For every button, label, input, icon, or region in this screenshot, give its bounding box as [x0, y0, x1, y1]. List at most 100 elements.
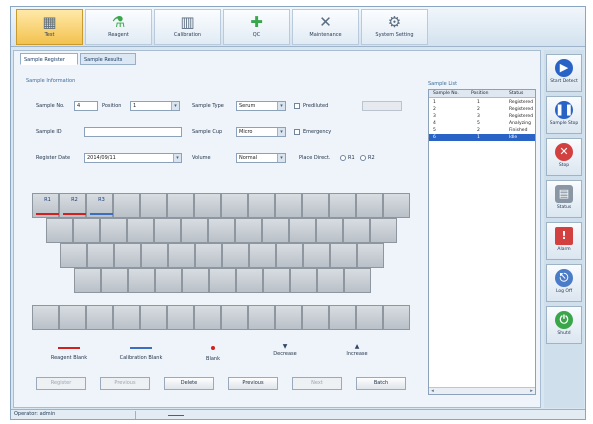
- tray-cell[interactable]: [195, 243, 222, 268]
- tray-cell[interactable]: [140, 193, 167, 218]
- tray-cell[interactable]: [168, 243, 195, 268]
- tray-cell[interactable]: [236, 268, 263, 293]
- tray-cell[interactable]: [235, 218, 262, 243]
- tray-cell[interactable]: [383, 305, 410, 330]
- next-button[interactable]: Next: [292, 377, 342, 390]
- tray-cell[interactable]: [194, 305, 221, 330]
- tray-cell[interactable]: [87, 243, 114, 268]
- start-detect-button[interactable]: ▶ Start Detect: [546, 54, 582, 92]
- emergency-checkbox[interactable]: [294, 129, 300, 135]
- list-item[interactable]: 4 5 Analyzing: [429, 120, 535, 127]
- tray-cell[interactable]: [60, 243, 87, 268]
- tray-position-r1[interactable]: R1: [34, 193, 61, 218]
- sample-stop-button[interactable]: ❚❚ Sample Stop: [546, 96, 582, 134]
- tray-cell[interactable]: [182, 268, 209, 293]
- tab-sample-register[interactable]: Sample Register: [20, 53, 78, 65]
- list-item[interactable]: 2 2 Registered: [429, 106, 535, 113]
- tray-cell[interactable]: [276, 243, 303, 268]
- log-off-button[interactable]: ⎋ Log Off: [546, 264, 582, 302]
- list-horizontal-scrollbar[interactable]: ◂ ▸: [429, 387, 535, 394]
- alarm-button[interactable]: ! Alarm: [546, 222, 582, 260]
- tray-position-r2[interactable]: R2: [61, 193, 88, 218]
- tray-cell[interactable]: [221, 305, 248, 330]
- tray-cell[interactable]: [343, 218, 370, 243]
- toolbar-calibration-button[interactable]: ▥ Calibration: [154, 9, 221, 45]
- toolbar-maintenance-button[interactable]: ✕ Maintenance: [292, 9, 359, 45]
- register-button[interactable]: Register: [36, 377, 86, 390]
- tray-cell[interactable]: [248, 305, 275, 330]
- tray-cell[interactable]: [303, 243, 330, 268]
- prediluted-checkbox[interactable]: [294, 103, 300, 109]
- tray-cell[interactable]: [59, 305, 86, 330]
- tray-cell[interactable]: [154, 218, 181, 243]
- register-date-picker[interactable]: 2014/09/11 ▾: [84, 153, 182, 163]
- tray-cell[interactable]: [289, 218, 316, 243]
- sample-no-input[interactable]: 4: [74, 101, 98, 111]
- chevron-right-icon[interactable]: ▸: [528, 388, 535, 394]
- toolbar-test-button[interactable]: ▦ Test: [16, 9, 83, 45]
- position-select[interactable]: 1 ▾: [130, 101, 180, 111]
- tray-cell[interactable]: [74, 268, 101, 293]
- tray-cell[interactable]: [46, 218, 73, 243]
- tray-cell[interactable]: [302, 193, 329, 218]
- sample-id-input[interactable]: [84, 127, 182, 137]
- tab-sample-results[interactable]: Sample Results: [80, 53, 136, 65]
- tray-cell[interactable]: [356, 305, 383, 330]
- tray-cell[interactable]: [32, 305, 59, 330]
- place-direction-radio-r2[interactable]: [360, 155, 366, 161]
- tray-cell[interactable]: [128, 268, 155, 293]
- chevron-left-icon[interactable]: ◂: [429, 388, 436, 394]
- tray-cell[interactable]: [356, 193, 383, 218]
- tray-cell[interactable]: [127, 218, 154, 243]
- toolbar-qc-button[interactable]: ✚ QC: [223, 9, 290, 45]
- list-item[interactable]: 1 1 Registered: [429, 99, 535, 106]
- stop-button[interactable]: ✕ Stop: [546, 138, 582, 176]
- list-item[interactable]: 6 1 Idle: [429, 134, 535, 141]
- status-button[interactable]: ▤ Status: [546, 180, 582, 218]
- list-item[interactable]: 5 2 Finished: [429, 127, 535, 134]
- tray-cell[interactable]: [316, 218, 343, 243]
- place-direction-radio-r1[interactable]: [340, 155, 346, 161]
- tray-cell[interactable]: [113, 305, 140, 330]
- tray-cell[interactable]: [302, 305, 329, 330]
- tray-cell[interactable]: [275, 305, 302, 330]
- tray-cell[interactable]: [370, 218, 397, 243]
- tray-cell[interactable]: [155, 268, 182, 293]
- sample-cup-select[interactable]: Micro ▾: [236, 127, 286, 137]
- tray-cell[interactable]: [222, 243, 249, 268]
- tray-cell[interactable]: [167, 305, 194, 330]
- tray-cell[interactable]: [262, 218, 289, 243]
- previous-button[interactable]: Previous: [228, 377, 278, 390]
- tray-position-r3[interactable]: R3: [88, 193, 115, 218]
- tray-cell[interactable]: [208, 218, 235, 243]
- tray-cell[interactable]: [181, 218, 208, 243]
- tray-cell[interactable]: [209, 268, 236, 293]
- tray-cell[interactable]: [329, 305, 356, 330]
- tray-cell[interactable]: [113, 193, 140, 218]
- tray-cell[interactable]: [167, 193, 194, 218]
- tray-cell[interactable]: [249, 243, 276, 268]
- tray-cell[interactable]: [114, 243, 141, 268]
- tray-cell[interactable]: [101, 268, 128, 293]
- tray-cell[interactable]: [73, 218, 100, 243]
- toolbar-reagent-button[interactable]: ⚗ Reagent: [85, 9, 152, 45]
- delete-button[interactable]: Delete: [164, 377, 214, 390]
- tray-cell[interactable]: [263, 268, 290, 293]
- tray-cell[interactable]: [248, 193, 275, 218]
- volume-select[interactable]: Normal ▾: [236, 153, 286, 163]
- sample-list[interactable]: Sample No. Position Status 1 1 Registered 2…: [428, 89, 536, 395]
- tray-cell[interactable]: [275, 193, 302, 218]
- tray-cell[interactable]: [86, 305, 113, 330]
- tray-cell[interactable]: [140, 305, 167, 330]
- tray-cell[interactable]: [357, 243, 384, 268]
- sample-type-select[interactable]: Serum ▾: [236, 101, 286, 111]
- tray-cell[interactable]: [383, 193, 410, 218]
- tray-cell[interactable]: [100, 218, 127, 243]
- previous-disabled-button[interactable]: Previous: [100, 377, 150, 390]
- toolbar-system-setting-button[interactable]: ⚙ System Setting: [361, 9, 428, 45]
- tray-cell[interactable]: [330, 243, 357, 268]
- shutdown-button[interactable]: ⏻ Shutd: [546, 306, 582, 344]
- tray-cell[interactable]: [290, 268, 317, 293]
- tray-cell[interactable]: [141, 243, 168, 268]
- batch-button[interactable]: Batch: [356, 377, 406, 390]
